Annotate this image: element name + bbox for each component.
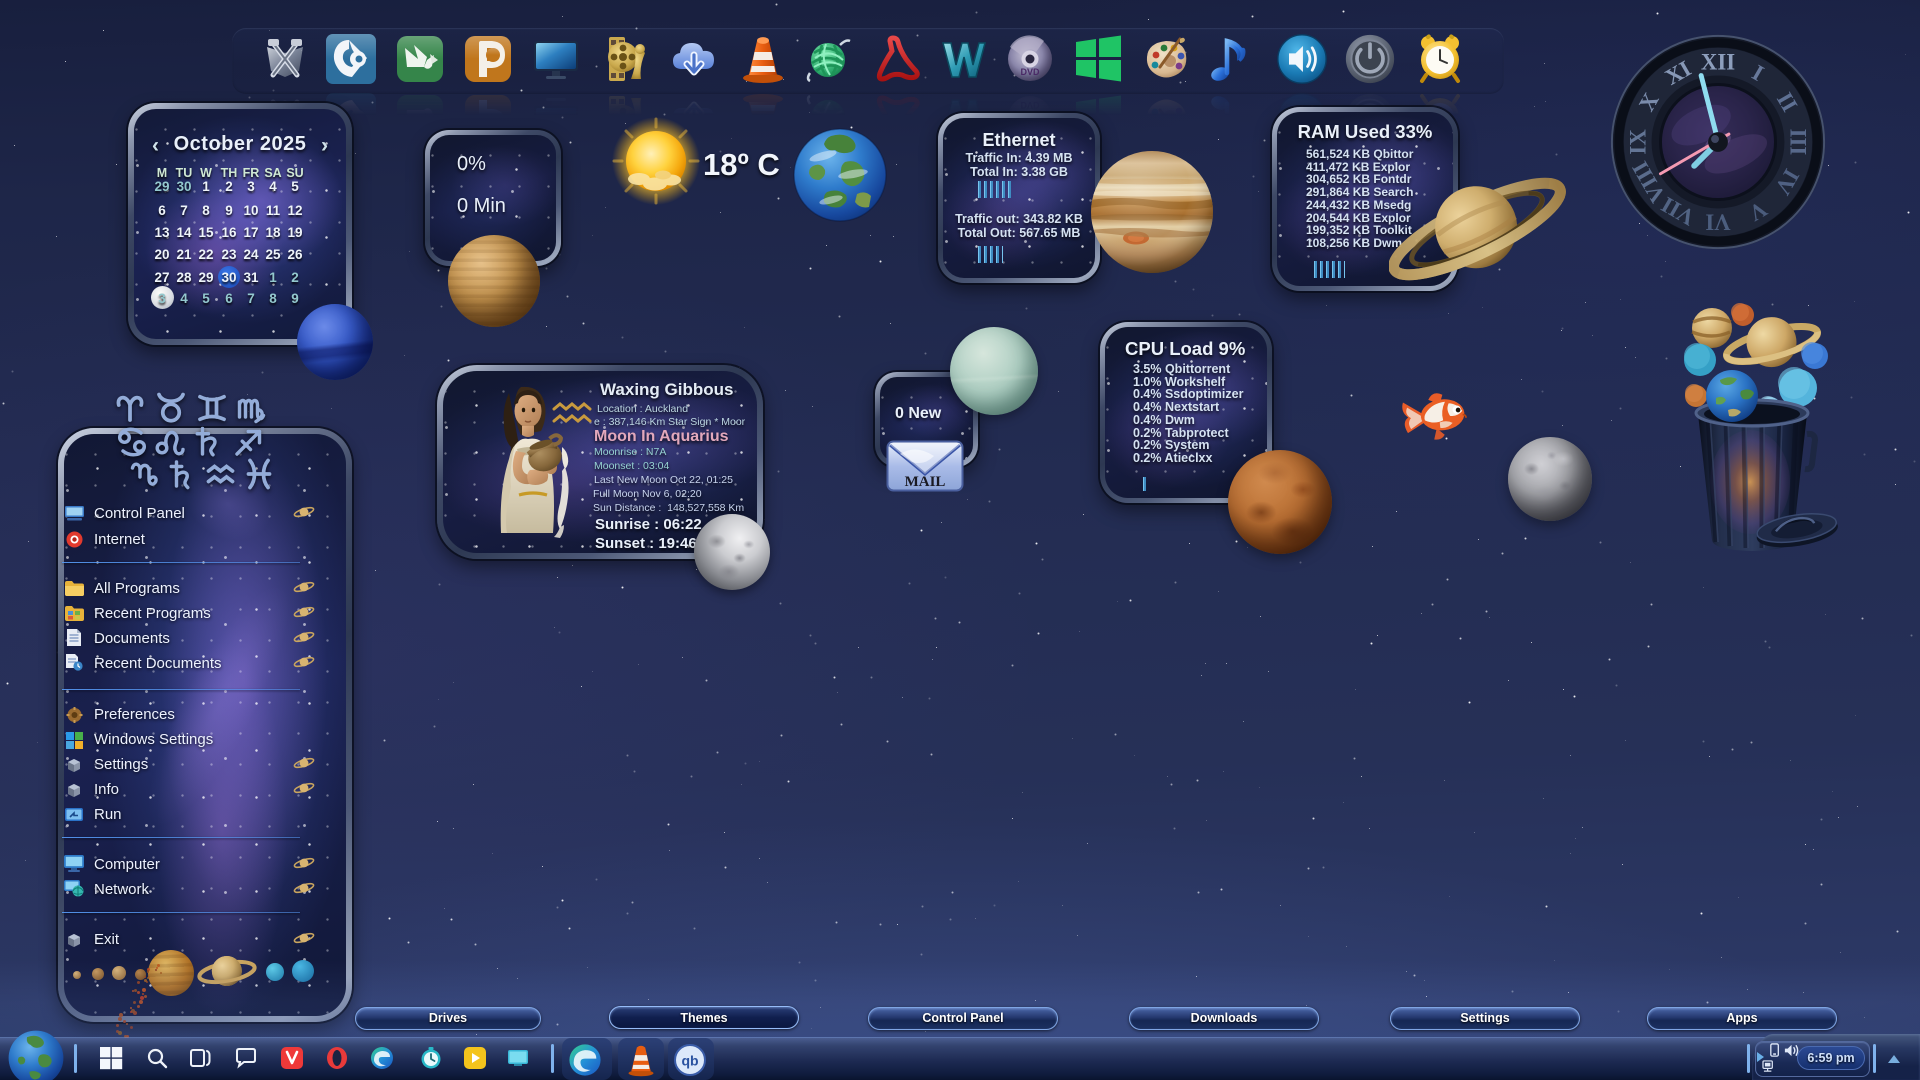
svg-text:qb: qb [681,1053,698,1069]
svg-text:MAIL: MAIL [905,474,946,490]
svg-text:DVD: DVD [1020,67,1040,77]
svg-text:XII: XII [1701,50,1735,75]
svg-text:IX: IX [1626,129,1651,155]
svg-text:VI: VI [1705,209,1730,234]
svg-text:III: III [1785,129,1810,156]
